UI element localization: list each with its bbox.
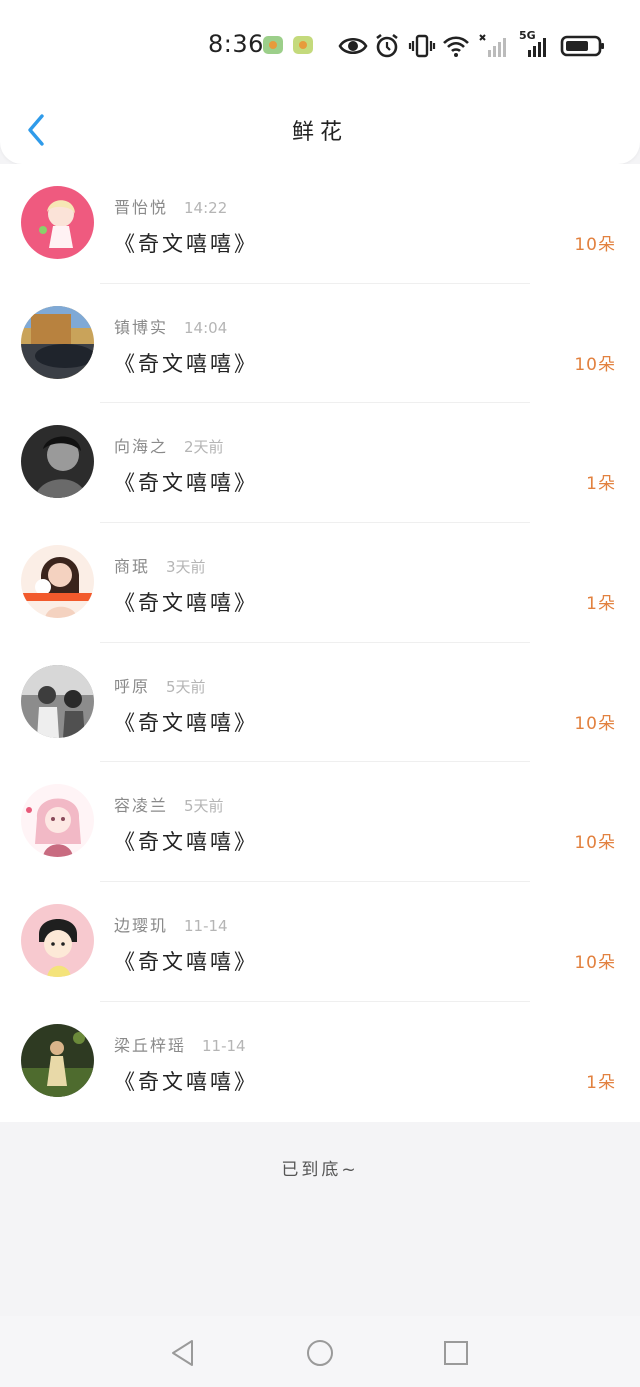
flower-count: 10朵 (574, 953, 616, 974)
app-icon-1 (263, 36, 283, 54)
book-title: 《奇文嘻嘻》 (114, 591, 258, 616)
flower-record-list: 晋怡悦 14:22 《奇文嘻嘻》 10朵 镇博实 14:04 《奇文嘻嘻》 10朵 (0, 164, 640, 1122)
nav-bar: 鲜花 (0, 98, 640, 162)
list-item[interactable]: 边璎玑 11-14 《奇文嘻嘻》 10朵 (0, 882, 640, 1002)
sent-time: 2天前 (184, 438, 224, 457)
sent-time: 14:04 (184, 318, 228, 337)
list-item[interactable]: 镇博实 14:04 《奇文嘻嘻》 10朵 (0, 284, 640, 404)
sender-name: 边璎玑 11-14 (114, 916, 228, 936)
sender-name: 容凌兰 5天前 (114, 796, 224, 816)
alarm-icon (376, 33, 398, 58)
sender-name: 商珉 3天前 (114, 557, 206, 577)
avatar[interactable] (21, 305, 94, 379)
avatar[interactable] (21, 545, 94, 619)
list-item[interactable]: 向海之 2天前 《奇文嘻嘻》 1朵 (0, 403, 640, 524)
system-nav-bar (0, 1316, 640, 1387)
flower-count: 1朵 (586, 474, 616, 495)
avatar[interactable] (21, 664, 94, 738)
flower-count: 1朵 (586, 1072, 616, 1093)
avatar[interactable] (21, 425, 94, 499)
flower-count: 10朵 (574, 833, 616, 854)
sender-name: 呼原 5天前 (114, 676, 206, 696)
5g-signal-icon (528, 38, 546, 57)
list-item[interactable]: 容凌兰 5天前 《奇文嘻嘻》 10朵 (0, 762, 640, 883)
avatar[interactable] (21, 186, 94, 259)
flower-records-screen: 8:36 5G 鲜花 晋怡悦 14:22 《奇文嘻嘻》 10朵 镇博实 14:0… (0, 0, 640, 1387)
signal-icon (479, 34, 506, 57)
book-title: 《奇文嘻嘻》 (114, 1069, 258, 1094)
flower-count: 10朵 (574, 235, 616, 255)
list-item[interactable]: 呼原 5天前 《奇文嘻嘻》 10朵 (0, 643, 640, 763)
sent-time: 5天前 (184, 797, 224, 816)
sent-time: 3天前 (166, 558, 206, 577)
sender-name: 梁丘梓瑶 11-14 (114, 1035, 246, 1055)
wifi-icon (443, 36, 469, 57)
battery-icon (560, 35, 604, 57)
end-of-list-text: 已到底~ (281, 1160, 359, 1180)
book-title: 《奇文嘻嘻》 (114, 710, 258, 735)
eye-icon (338, 37, 368, 55)
list-item[interactable]: 商珉 3天前 《奇文嘻嘻》 1朵 (0, 523, 640, 643)
avatar[interactable] (21, 904, 94, 978)
list-item[interactable]: 晋怡悦 14:22 《奇文嘻嘻》 10朵 (0, 164, 640, 284)
flower-count: 1朵 (586, 594, 616, 615)
sent-time: 14:22 (184, 199, 228, 217)
status-bar: 8:36 5G (0, 26, 640, 66)
avatar[interactable] (21, 1023, 94, 1097)
list-item[interactable]: 梁丘梓瑶 11-14 《奇文嘻嘻》 1朵 (0, 1002, 640, 1122)
book-title: 《奇文嘻嘻》 (114, 351, 258, 376)
page-title: 鲜花 (291, 120, 348, 145)
flower-count: 10朵 (574, 354, 616, 375)
sent-time: 11-14 (184, 917, 228, 936)
sender-name: 镇博实 14:04 (114, 317, 228, 337)
back-triangle-icon[interactable] (168, 1338, 198, 1368)
sender-name: 向海之 2天前 (114, 437, 224, 457)
sent-time: 11-14 (202, 1036, 246, 1055)
home-circle-icon[interactable] (305, 1338, 335, 1368)
sender-name: 晋怡悦 14:22 (114, 198, 228, 217)
avatar[interactable] (21, 784, 94, 858)
vibrate-icon (408, 34, 436, 58)
book-title: 《奇文嘻嘻》 (114, 950, 258, 975)
flower-count: 10朵 (574, 713, 616, 734)
recent-square-icon[interactable] (441, 1338, 471, 1368)
book-title: 《奇文嘻嘻》 (114, 830, 258, 855)
app-icon-2 (293, 36, 313, 54)
book-title: 《奇文嘻嘻》 (114, 471, 258, 496)
status-time: 8:36 (208, 30, 264, 58)
book-title: 《奇文嘻嘻》 (114, 232, 258, 256)
header: 8:36 5G 鲜花 (0, 0, 640, 164)
sent-time: 5天前 (166, 677, 206, 696)
